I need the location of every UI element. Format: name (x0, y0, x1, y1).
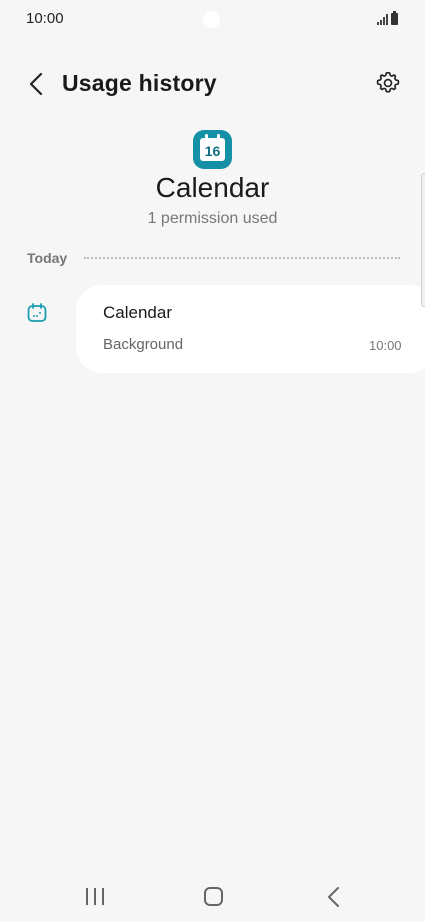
navigation-bar (0, 876, 425, 922)
dotted-divider (84, 257, 400, 259)
page-title: Usage history (62, 70, 217, 96)
camera-cutout (203, 11, 220, 28)
header: Usage history (0, 62, 425, 106)
usage-entry-card[interactable]: Calendar Background 10:00 (76, 285, 425, 373)
status-icons (377, 11, 398, 25)
back-button[interactable] (22, 68, 50, 100)
usage-history-screen: 10:00 Usage history 16 Calendar 1 permis… (0, 0, 425, 922)
usage-entry-mode: Background (103, 336, 184, 353)
nav-back-button[interactable] (326, 886, 342, 908)
battery-icon (391, 11, 398, 25)
home-button[interactable] (204, 887, 223, 906)
chevron-left-icon (29, 72, 43, 96)
settings-button[interactable] (375, 70, 401, 96)
usage-entry-time: 10:00 (369, 338, 402, 353)
app-name: Calendar (155, 172, 270, 203)
status-time: 10:00 (26, 10, 64, 27)
section-label-today: Today (27, 250, 68, 266)
gear-icon (376, 71, 400, 93)
scroll-indicator[interactable] (421, 173, 425, 307)
status-bar: 10:00 (0, 0, 425, 38)
app-subtitle: 1 permission used (147, 210, 278, 227)
usage-entry-title: Calendar (103, 303, 172, 322)
calendar-day-label: 16 (200, 134, 225, 161)
calendar-app-icon: 16 (193, 130, 232, 169)
calendar-permission-icon (27, 303, 47, 322)
recent-apps-button[interactable] (86, 888, 104, 906)
signal-icon (377, 14, 388, 25)
